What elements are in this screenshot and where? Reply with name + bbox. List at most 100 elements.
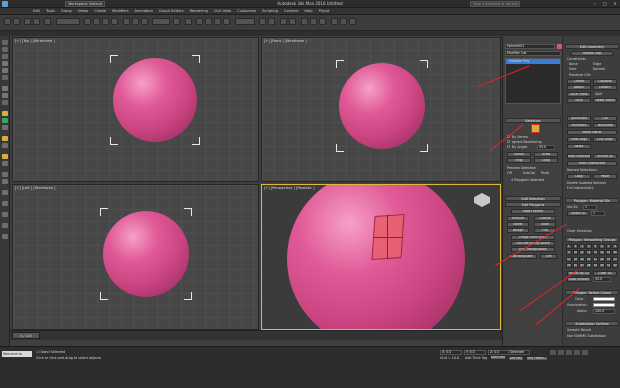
make-planar-button[interactable]: Make Planar — [567, 130, 617, 135]
menu-modifiers[interactable]: Modifiers — [109, 8, 131, 14]
full-interactivity-checkbox[interactable]: Full Interactivity — [567, 186, 594, 190]
smoothing-group-button[interactable]: 2 — [572, 244, 579, 249]
percent-snap-icon[interactable] — [214, 18, 221, 25]
smoothing-group-button[interactable]: 15 — [605, 250, 612, 256]
smoothing-group-button[interactable]: 17 — [566, 256, 572, 262]
grid-align-button[interactable]: Grid Align — [593, 137, 617, 142]
unhide-all-button[interactable]: Unhide All — [593, 154, 617, 159]
scene-explorer-icon[interactable] — [280, 18, 287, 25]
constraint-edge[interactable]: Edge — [593, 62, 601, 66]
scale-icon[interactable] — [141, 18, 148, 25]
inset-button[interactable]: Inset — [534, 222, 556, 227]
shrink-button[interactable]: Shrink — [507, 152, 531, 157]
split-checkbox[interactable]: Split — [595, 92, 602, 96]
menu-graph-editors[interactable]: Graph Editors — [156, 8, 187, 14]
angle-field[interactable]: 45.0 — [537, 145, 555, 150]
smoothing-group-button[interactable]: 29 — [592, 262, 599, 268]
schematic-view-icon[interactable] — [310, 18, 317, 25]
clear-all-button[interactable]: Clear All — [593, 271, 617, 276]
by-angle-checkbox[interactable] — [507, 145, 510, 148]
window-crossing-icon[interactable] — [111, 18, 118, 25]
delete-isolated-checkbox[interactable]: Delete Isolated Vertices — [567, 181, 606, 185]
ring-button[interactable]: Ring — [507, 158, 531, 163]
set-id-field[interactable]: 1 — [583, 205, 597, 210]
collapse-button[interactable]: Collapse — [593, 79, 617, 84]
link-icon[interactable] — [24, 18, 31, 25]
tool-icon-7[interactable] — [2, 86, 8, 91]
rect-selection-icon[interactable] — [102, 18, 109, 25]
ignore-backfacing-checkbox[interactable] — [507, 140, 510, 143]
key-filters-button[interactable]: Key Filters... — [526, 356, 548, 361]
tool-icon-6[interactable] — [2, 75, 8, 80]
preserve-uvs-checkbox[interactable]: Preserve UVs — [569, 73, 591, 77]
viewport-label-top[interactable]: [+] [Top ] [Wireframe ] — [15, 39, 55, 44]
angle-snap-icon[interactable] — [205, 18, 212, 25]
menu-rendering[interactable]: Rendering — [187, 8, 211, 14]
tool-icon-8[interactable] — [2, 93, 8, 98]
grow-button[interactable]: Grow — [534, 152, 558, 157]
menu-scripting[interactable]: Scripting — [259, 8, 281, 14]
smoothing-group-button[interactable]: 20 — [585, 256, 592, 262]
turn-button[interactable]: Turn — [540, 254, 557, 259]
smoothing-group-button[interactable]: 1 — [566, 244, 572, 249]
viewport-perspective[interactable]: [+] [Perspective ] [Realistic ] — [261, 184, 501, 330]
preview-multi[interactable]: Multi — [541, 171, 549, 175]
render-setup-icon[interactable] — [331, 18, 338, 25]
rollout-selection[interactable]: Selection — [505, 118, 561, 123]
tool-icon-16[interactable] — [2, 201, 8, 206]
add-time-tag[interactable]: Add Time Tag — [465, 356, 487, 360]
smoothing-group-button[interactable]: 19 — [579, 256, 585, 262]
smoothing-group-button[interactable]: 3 — [579, 244, 585, 249]
create-button[interactable]: Create — [567, 79, 591, 84]
illumination-swatch[interactable] — [593, 303, 615, 307]
smoothing-group-button[interactable]: 8 — [612, 244, 618, 249]
tool-icon-11[interactable] — [2, 143, 8, 148]
tool-icon-2[interactable] — [2, 47, 8, 52]
smoothing-group-button[interactable]: 26 — [572, 262, 579, 268]
menu-tools[interactable]: Tools — [43, 8, 58, 14]
goto-end-icon[interactable] — [582, 350, 588, 355]
object-name-field[interactable]: Sphere001 — [505, 44, 555, 49]
smoothing-group-button[interactable]: 27 — [579, 262, 585, 268]
viewport-front[interactable]: [+] [Front ] [Wireframe ] — [261, 37, 501, 182]
rollout-subdivision-surface[interactable]: Subdivision Surface — [565, 321, 619, 326]
selected-dropdown[interactable]: Selected — [508, 350, 530, 355]
smoothing-group-button[interactable]: 31 — [605, 262, 612, 268]
rotate-icon[interactable] — [132, 18, 139, 25]
viewport-label-left[interactable]: [+] [Left ] [Wireframe ] — [15, 186, 55, 191]
smoothing-group-button[interactable]: 11 — [579, 250, 585, 256]
tool-icon-14[interactable] — [2, 179, 8, 184]
smoothing-group-button[interactable]: 18 — [572, 256, 579, 262]
auto-smooth-field[interactable]: 45.0 — [593, 277, 611, 282]
mirror-icon[interactable] — [259, 18, 266, 25]
rollout-edit-polygons[interactable]: Edit Polygons — [505, 202, 561, 207]
tool-icon-10[interactable] — [2, 125, 8, 130]
auto-smooth-button[interactable]: Auto Smooth — [567, 277, 591, 282]
smoothing-group-button[interactable]: 24 — [612, 256, 618, 262]
menu-edit[interactable]: Edit — [30, 8, 43, 14]
maximize-button[interactable]: □ — [602, 1, 608, 7]
menu-physx[interactable]: PhysX — [316, 8, 333, 14]
repeat-last-button[interactable]: Repeat Last — [571, 51, 613, 56]
search-input[interactable]: Type a keyword or phrase — [470, 1, 520, 7]
viewport-left[interactable]: [+] [Left ] [Wireframe ] — [12, 184, 259, 330]
auto-key-button[interactable]: Auto Key — [490, 355, 506, 360]
named-selection-dropdown[interactable] — [235, 18, 255, 25]
loop-button[interactable]: Loop — [534, 158, 558, 163]
select-object-icon[interactable] — [84, 18, 91, 25]
move-icon[interactable] — [123, 18, 130, 25]
rendered-frame-icon[interactable] — [340, 18, 347, 25]
reset-plane-button[interactable]: Reset Plane — [593, 98, 617, 103]
smoothing-group-button[interactable]: 14 — [599, 250, 605, 256]
rollout-edit-geometry[interactable]: Edit Geometry — [565, 44, 619, 49]
smoothing-group-button[interactable]: 25 — [566, 262, 572, 268]
tool-icon-13[interactable] — [2, 172, 8, 177]
outline-button[interactable]: Outline — [534, 216, 556, 221]
smoothing-group-button[interactable]: 21 — [592, 256, 599, 262]
smoothing-group-button[interactable]: 6 — [599, 244, 605, 249]
slice-plane-button[interactable]: Slice Plane — [567, 92, 591, 97]
tool-icon-green[interactable] — [2, 118, 8, 123]
smoothing-group-button[interactable]: 12 — [585, 250, 592, 256]
rollout-material-ids[interactable]: Polygon: Material IDs — [565, 198, 619, 203]
x-coordinate[interactable]: X: 0.0 — [440, 350, 462, 355]
